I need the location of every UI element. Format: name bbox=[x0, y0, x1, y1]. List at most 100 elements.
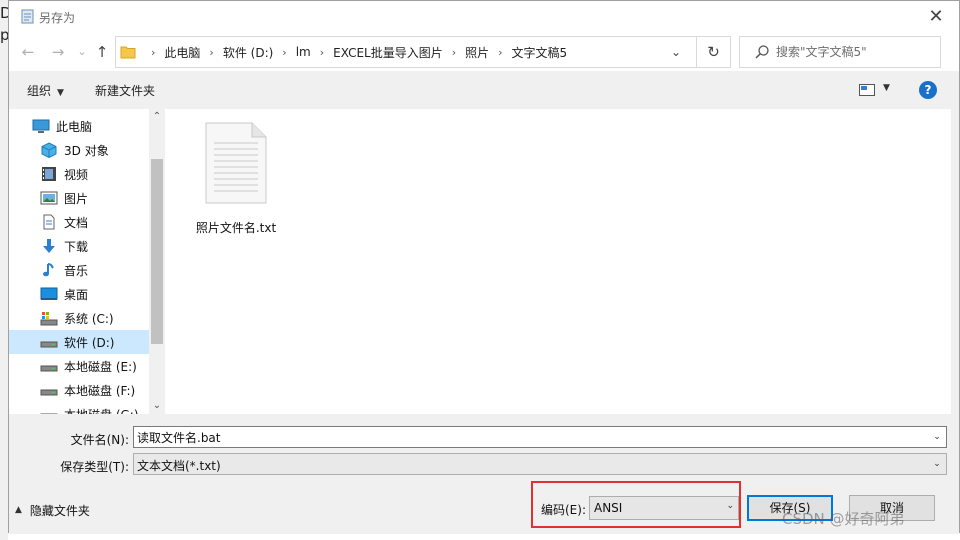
hide-folders-button[interactable]: ▲ 隐藏文件夹 bbox=[15, 502, 90, 518]
pictures-icon bbox=[40, 191, 58, 205]
breadcrumb-item[interactable]: 软件 (D:) bbox=[223, 44, 273, 61]
breadcrumb-separator[interactable]: › bbox=[209, 46, 213, 59]
view-options-icon[interactable] bbox=[859, 84, 875, 96]
breadcrumb-separator[interactable]: › bbox=[320, 46, 324, 59]
sidebar-item-label: 本地磁盘 (F:) bbox=[64, 383, 136, 398]
drive-icon bbox=[40, 389, 58, 396]
sidebar-item-label: 此电脑 bbox=[56, 119, 93, 134]
sidebar-item-label: 下载 bbox=[64, 239, 89, 254]
title-bar: 另存为 ✕ bbox=[9, 1, 959, 33]
download-icon bbox=[43, 239, 55, 253]
filename-label: 文件名(N): bbox=[70, 433, 129, 447]
breadcrumb-separator: › bbox=[151, 45, 156, 59]
computer-icon bbox=[32, 119, 50, 133]
sidebar-item-desktop[interactable]: 桌面 bbox=[9, 282, 149, 306]
sidebar-item-label: 图片 bbox=[64, 191, 89, 206]
navigation-scrollbar[interactable]: ⌃ ⌄ bbox=[149, 109, 165, 414]
filename-input[interactable] bbox=[137, 429, 917, 445]
watermark: CSDN @好奇阿弟 bbox=[782, 510, 905, 528]
encoding-select[interactable]: ANSI ⌄ bbox=[589, 496, 739, 520]
refresh-button[interactable]: ↻ bbox=[696, 37, 730, 67]
sidebar-item-software-d[interactable]: 软件 (D:) bbox=[9, 330, 149, 354]
3d-objects-icon bbox=[41, 142, 57, 158]
filetype-value: 文本文档(*.txt) bbox=[137, 459, 221, 473]
sidebar-item-local-disk-g[interactable]: 本地磁盘 (G:) bbox=[9, 402, 149, 414]
collapse-icon: ▲ bbox=[15, 505, 22, 515]
view-dropdown-icon[interactable]: ▼ bbox=[883, 83, 890, 93]
search-box[interactable] bbox=[739, 36, 941, 68]
drive-icon bbox=[40, 341, 58, 348]
hide-folders-label: 隐藏文件夹 bbox=[29, 503, 90, 518]
text-file-icon bbox=[205, 122, 267, 204]
back-button[interactable]: ← bbox=[17, 41, 39, 63]
save-as-dialog: 另存为 ✕ ← → ⌄ ↑ › 此电脑 › 软件 (D:) › lm › EXC… bbox=[8, 0, 960, 534]
encoding-dropdown-icon[interactable]: ⌄ bbox=[726, 501, 734, 511]
drive-icon bbox=[40, 413, 58, 414]
search-input[interactable] bbox=[776, 42, 936, 62]
filetype-label: 保存类型(T): bbox=[60, 460, 129, 474]
sidebar-item-label: 系统 (C:) bbox=[64, 311, 114, 326]
filename-field[interactable]: ⌄ bbox=[133, 426, 947, 448]
address-dropdown-button[interactable]: ⌄ bbox=[666, 37, 686, 67]
up-button[interactable]: ↑ bbox=[91, 41, 113, 63]
breadcrumb: › 此电脑 › 软件 (D:) › lm › EXCEL批量导入图片 › 照片 … bbox=[142, 37, 567, 67]
breadcrumb-item[interactable]: lm bbox=[296, 45, 311, 59]
file-item[interactable]: 照片文件名.txt bbox=[193, 117, 279, 235]
breadcrumb-item[interactable]: EXCEL批量导入图片 bbox=[333, 44, 443, 61]
help-icon[interactable]: ? bbox=[919, 81, 937, 99]
system-drive-icon bbox=[40, 312, 58, 326]
filename-dropdown-icon[interactable]: ⌄ bbox=[930, 429, 944, 445]
window-title: 另存为 bbox=[39, 11, 76, 25]
sidebar-item-local-disk-e[interactable]: 本地磁盘 (E:) bbox=[9, 354, 149, 378]
drive-icon bbox=[40, 365, 58, 372]
breadcrumb-separator[interactable]: › bbox=[498, 46, 502, 59]
sidebar-item-label: 桌面 bbox=[64, 287, 89, 302]
encoding-label: 编码(E): bbox=[541, 503, 586, 517]
encoding-highlight: 编码(E): ANSI ⌄ bbox=[531, 481, 741, 528]
sidebar-item-label: 音乐 bbox=[64, 263, 89, 278]
recent-locations-button[interactable]: ⌄ bbox=[71, 41, 93, 63]
sidebar-item-label: 软件 (D:) bbox=[64, 335, 115, 350]
close-button[interactable]: ✕ bbox=[913, 1, 959, 33]
scroll-up-button[interactable]: ⌃ bbox=[149, 109, 165, 125]
documents-icon bbox=[43, 214, 55, 230]
content-area: 此电脑 3D 对象 视频 图片 文档 下载 音乐 桌面 系统 (C:) 软件 (… bbox=[9, 109, 951, 414]
encoding-value: ANSI bbox=[594, 501, 623, 515]
sidebar-item-label: 3D 对象 bbox=[64, 143, 109, 158]
filetype-select[interactable]: 文本文档(*.txt) ⌄ bbox=[133, 453, 947, 475]
sidebar-item-downloads[interactable]: 下载 bbox=[9, 234, 149, 258]
sidebar-item-3d-objects[interactable]: 3D 对象 bbox=[9, 138, 149, 162]
organize-dropdown-icon: ▼ bbox=[57, 88, 64, 98]
breadcrumb-separator[interactable]: › bbox=[452, 46, 456, 59]
sidebar-item-label: 本地磁盘 (E:) bbox=[64, 359, 137, 374]
notepad-icon bbox=[21, 9, 34, 24]
sidebar-item-label: 文档 bbox=[64, 215, 89, 230]
scrollbar-thumb[interactable] bbox=[151, 159, 163, 344]
organize-button[interactable]: 组织 ▼ bbox=[27, 82, 64, 99]
breadcrumb-item[interactable]: 照片 bbox=[465, 44, 489, 61]
video-icon bbox=[42, 167, 56, 181]
command-toolbar: 组织 ▼ 新建文件夹 ▼ ? bbox=[9, 71, 959, 109]
sidebar-item-local-disk-f[interactable]: 本地磁盘 (F:) bbox=[9, 378, 149, 402]
scroll-down-button[interactable]: ⌄ bbox=[149, 398, 165, 414]
desktop-icon bbox=[40, 287, 58, 300]
sidebar-item-this-pc[interactable]: 此电脑 bbox=[9, 114, 149, 138]
sidebar-item-system-c[interactable]: 系统 (C:) bbox=[9, 306, 149, 330]
sidebar-item-music[interactable]: 音乐 bbox=[9, 258, 149, 282]
sidebar-item-documents[interactable]: 文档 bbox=[9, 210, 149, 234]
sidebar-item-label: 本地磁盘 (G:) bbox=[64, 406, 139, 415]
filetype-dropdown-icon[interactable]: ⌄ bbox=[930, 456, 944, 472]
sidebar-item-pictures[interactable]: 图片 bbox=[9, 186, 149, 210]
breadcrumb-item[interactable]: 此电脑 bbox=[164, 44, 200, 61]
new-folder-button[interactable]: 新建文件夹 bbox=[95, 82, 155, 99]
folder-icon bbox=[120, 46, 136, 59]
sidebar-item-videos[interactable]: 视频 bbox=[9, 162, 149, 186]
forward-button[interactable]: → bbox=[47, 41, 69, 63]
file-list: 照片文件名.txt bbox=[165, 109, 951, 414]
breadcrumb-item[interactable]: 文字文稿5 bbox=[512, 44, 568, 61]
file-name: 照片文件名.txt bbox=[195, 221, 277, 235]
organize-label: 组织 bbox=[27, 84, 52, 98]
breadcrumb-separator[interactable]: › bbox=[282, 46, 286, 59]
address-bar[interactable]: › 此电脑 › 软件 (D:) › lm › EXCEL批量导入图片 › 照片 … bbox=[115, 36, 731, 68]
navigation-bar: ← → ⌄ ↑ › 此电脑 › 软件 (D:) › lm › EXCEL批量导入… bbox=[9, 33, 959, 71]
